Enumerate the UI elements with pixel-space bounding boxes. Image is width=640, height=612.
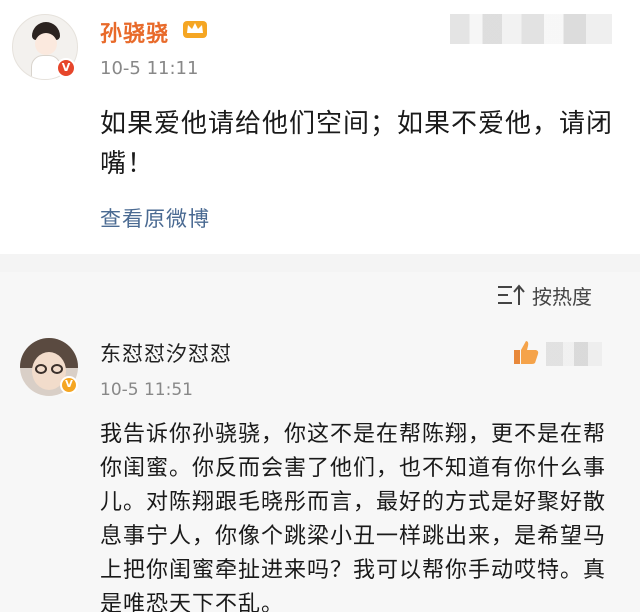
post-author-name[interactable]: 孙骁骁 (100, 16, 169, 48)
comments-section: 按热度 V 东怼怼汐怼怼 10-5 11:51 我告诉你孙骁骁，你这不是在帮陈翔… (0, 272, 640, 612)
thumbs-up-icon[interactable] (512, 338, 540, 366)
post-content: 如果爱他请给他们空间；如果不爱他，请闭嘴！ (100, 109, 614, 179)
verified-badge-icon: V (60, 376, 78, 394)
comment-content: 我告诉你孙骁骁，你这不是在帮陈翔，更不是在帮你闺蜜。你反而会害了他们，也不知道有… (100, 422, 607, 612)
view-original-link[interactable]: 查看原微博 (100, 203, 210, 233)
sort-label: 按热度 (532, 284, 592, 309)
comment-author-name[interactable]: 东怼怼汐怼怼 (100, 338, 232, 368)
blurred-like-count (546, 342, 602, 366)
comment-timestamp: 10-5 11:51 (100, 380, 193, 400)
avatar-face (35, 33, 57, 55)
post-timestamp: 10-5 11:11 (100, 58, 199, 79)
sort-by-hot-button[interactable]: 按热度 (496, 280, 592, 310)
section-divider (0, 254, 640, 272)
weibo-post: V 孙骁骁 10-5 11:11 如果爱他请给他们空间；如果不爱他，请闭嘴！ 查… (0, 0, 640, 254)
crown-icon (183, 21, 207, 38)
avatar-glasses-right (51, 364, 63, 374)
verified-badge-icon: V (56, 58, 76, 78)
avatar-glasses-left (35, 364, 47, 374)
blurred-region (450, 14, 612, 44)
sort-icon (498, 284, 525, 305)
